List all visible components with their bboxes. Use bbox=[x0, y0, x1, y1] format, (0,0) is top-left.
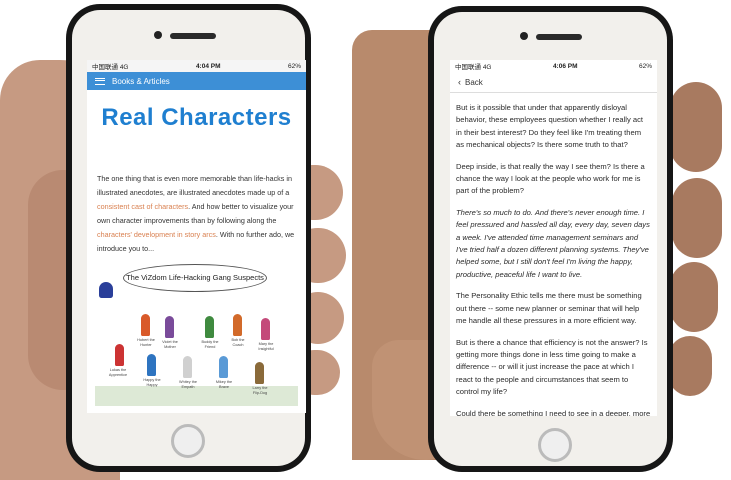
intro-paragraph: The one thing that is even more memorabl… bbox=[97, 172, 296, 256]
reader-paragraph: But is there a chance that efficiency is… bbox=[456, 337, 648, 397]
right-screen: 中国联通 4G 4:06 PM 62% ‹ Back But is it pos… bbox=[450, 60, 657, 416]
larry-label: Larry the Flip-Dog bbox=[252, 386, 268, 395]
app-bar: Books & Articles bbox=[87, 72, 306, 90]
right-photo: 中国联通 4G 4:06 PM 62% ‹ Back But is it pos… bbox=[352, 0, 731, 480]
hubert-label: Hubert the Hunter bbox=[137, 338, 155, 347]
intro-text-1: The one thing that is even more memorabl… bbox=[97, 174, 292, 197]
left-home-button[interactable] bbox=[171, 424, 205, 458]
right-finger-4 bbox=[668, 336, 712, 396]
mikey-character-icon bbox=[219, 356, 228, 378]
left-front-camera-icon bbox=[154, 31, 162, 39]
buddy-label: Buddy the Friend bbox=[201, 340, 219, 349]
lukas-character-icon bbox=[115, 344, 124, 366]
reader-content: But is it possible that under that appar… bbox=[450, 102, 657, 416]
carrier: 中国联通 bbox=[455, 64, 481, 71]
network: 4G bbox=[482, 64, 492, 71]
bob-character-icon bbox=[233, 314, 242, 336]
violet-label: Violet the Mother bbox=[162, 340, 178, 349]
speech-bubble: The ViZdom Life-Hacking Gang Suspects bbox=[123, 264, 267, 292]
happy-character-icon bbox=[147, 354, 156, 376]
chevron-left-icon[interactable]: ‹ bbox=[458, 77, 461, 87]
whitey-character-icon bbox=[183, 356, 192, 378]
whitey-label: Whitey the Empath bbox=[179, 380, 197, 389]
violet-character-icon bbox=[165, 316, 174, 338]
left-screen: 中国联通 4G 4:04 PM 62% Books & Articles Rea… bbox=[87, 60, 306, 413]
larry-character-icon bbox=[255, 362, 264, 384]
page-heading: Real Characters bbox=[101, 104, 292, 131]
right-speaker bbox=[536, 34, 582, 40]
right-finger-2 bbox=[672, 178, 722, 258]
mary-label: Mary the Insightful bbox=[258, 342, 274, 351]
mary-character-icon bbox=[261, 318, 270, 340]
character-illustration: The ViZdom Life-Hacking Gang Suspects Hu… bbox=[95, 258, 298, 408]
status-time: 4:04 PM bbox=[195, 62, 221, 70]
bob-label: Bob the Coach bbox=[231, 338, 245, 347]
buddy-character-icon bbox=[205, 316, 214, 338]
hamburger-menu-icon[interactable] bbox=[95, 77, 105, 85]
back-button[interactable]: Back bbox=[465, 78, 483, 87]
battery-level: 62% bbox=[287, 62, 301, 70]
right-status-bar: 中国联通 4G 4:06 PM 62% bbox=[450, 60, 657, 72]
left-speaker bbox=[170, 33, 216, 39]
reader-paragraph: There's so much to do. And there's never… bbox=[456, 207, 650, 279]
reader-paragraph: Could there be something I need to see i… bbox=[456, 408, 651, 416]
story-arcs-link[interactable]: characters' development in story arcs bbox=[97, 230, 216, 239]
battery-level: 62% bbox=[638, 62, 652, 70]
right-finger-3 bbox=[670, 262, 718, 332]
right-front-camera-icon bbox=[520, 32, 528, 40]
network: 4G bbox=[119, 64, 129, 71]
hubert-character-icon bbox=[141, 314, 150, 336]
right-finger-1 bbox=[670, 82, 722, 172]
carrier: 中国联通 bbox=[92, 64, 118, 71]
status-time: 4:06 PM bbox=[552, 62, 578, 70]
reader-paragraph: Deep inside, is that really the way I se… bbox=[456, 161, 645, 196]
right-home-button[interactable] bbox=[538, 428, 572, 462]
narrator-bird-icon bbox=[99, 282, 113, 298]
happy-label: Happy the Happy bbox=[143, 378, 161, 387]
cast-link[interactable]: consistent cast of characters bbox=[97, 202, 188, 211]
app-bar-title: Books & Articles bbox=[112, 76, 170, 86]
reader-paragraph: The Personality Ethic tells me there mus… bbox=[456, 291, 642, 326]
mikey-label: Mikey the Brave bbox=[215, 380, 233, 389]
left-photo: 中国联通 4G 4:04 PM 62% Books & Articles Rea… bbox=[0, 0, 356, 480]
reader-nav-bar: ‹ Back bbox=[450, 72, 657, 93]
left-status-bar: 中国联通 4G 4:04 PM 62% bbox=[87, 60, 306, 72]
reader-paragraph: But is it possible that under that appar… bbox=[456, 103, 643, 150]
lukas-label: Lukas the Apprentice bbox=[108, 368, 128, 377]
